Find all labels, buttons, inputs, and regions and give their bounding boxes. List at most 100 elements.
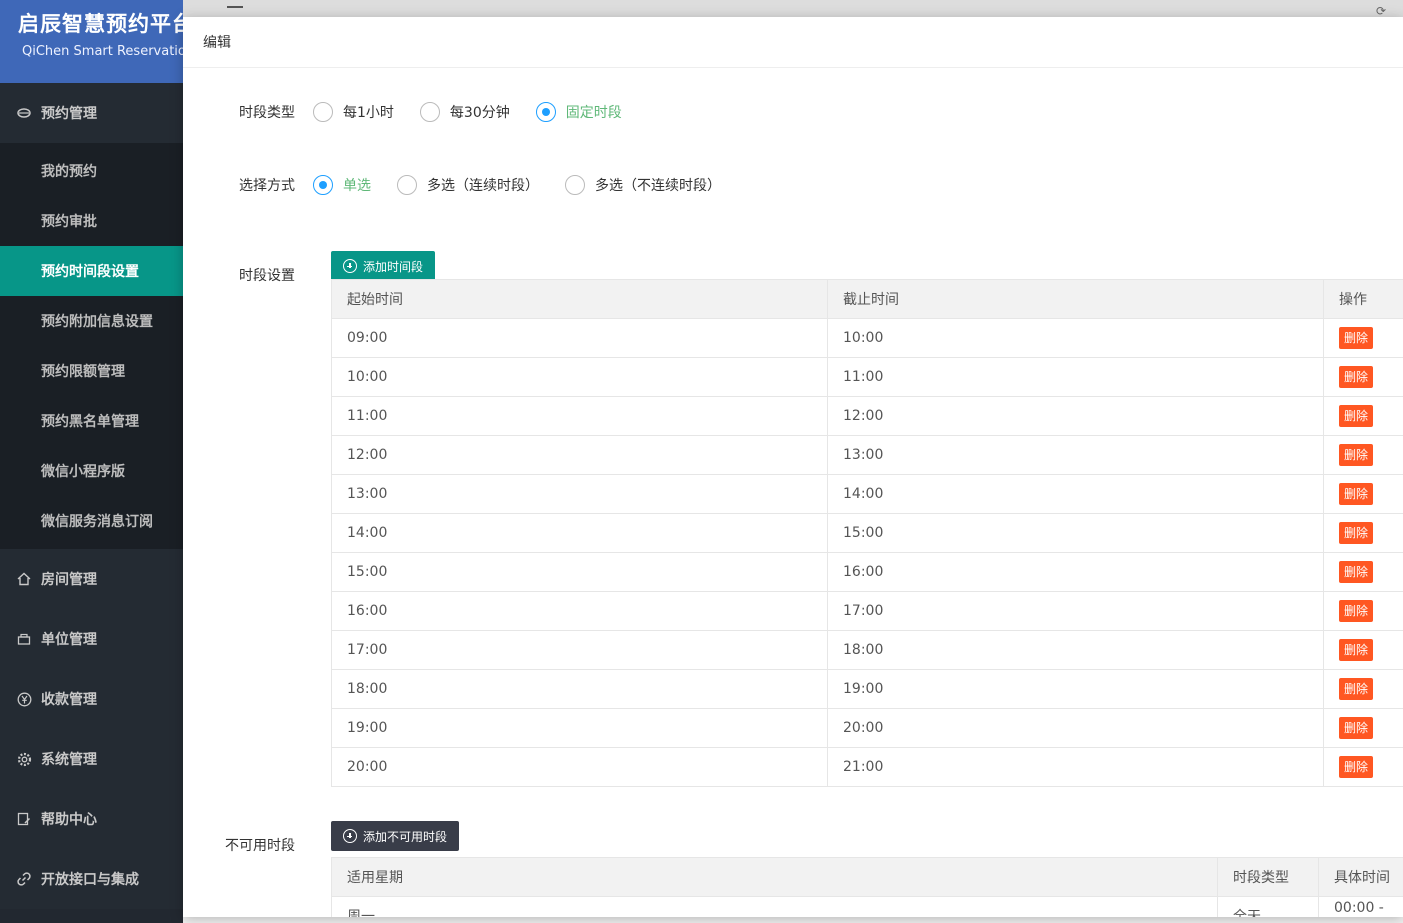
delete-button[interactable]: 删除 (1339, 561, 1374, 583)
cell-start-time: 16:00 (331, 591, 828, 631)
table-row: 16:00 17:00 删除 (331, 591, 1403, 631)
cell-end-time: 13:00 (827, 435, 1324, 475)
sidebar-item-blacklist[interactable]: 预约黑名单管理 (0, 396, 183, 446)
table-row: 周一 全天 00:00 - 23:59 (331, 896, 1403, 917)
menu-toggle-icon[interactable] (227, 6, 243, 9)
cell-time: 00:00 - 23:59 (1318, 896, 1403, 917)
cell-action: 删除 (1323, 396, 1403, 436)
slot-type-option-30min[interactable]: 每30分钟 (419, 102, 510, 122)
delete-button[interactable]: 删除 (1339, 366, 1374, 388)
table-row: 11:00 12:00 删除 (331, 396, 1403, 436)
sidebar-item-wechat-subscription[interactable]: 微信服务消息订阅 (0, 496, 183, 546)
cell-start-time: 20:00 (331, 747, 828, 787)
cell-slot-type: 全天 (1217, 896, 1319, 917)
nav-group-label: 预约管理 (41, 106, 97, 122)
nav-group-label: 房间管理 (41, 572, 97, 588)
cell-start-time: 15:00 (331, 552, 828, 592)
radio-circle[interactable] (397, 175, 417, 195)
plus-circle-icon (343, 259, 357, 273)
column-header-time: 具体时间 (1318, 857, 1403, 897)
edit-modal: 编辑 时段类型 每1小时 每30分钟 固定时段 选择方式 单选 多选（连续时段）… (183, 17, 1403, 917)
table-row: 19:00 20:00 删除 (331, 708, 1403, 748)
cell-end-time: 16:00 (827, 552, 1324, 592)
cell-start-time: 12:00 (331, 435, 828, 475)
slot-settings-label: 时段设置 (239, 268, 295, 284)
cell-start-time: 18:00 (331, 669, 828, 709)
cell-action: 删除 (1323, 708, 1403, 748)
nav-group-units[interactable]: 单位管理 (0, 609, 183, 669)
radio-circle[interactable] (419, 102, 440, 122)
delete-button[interactable]: 删除 (1339, 522, 1374, 544)
delete-button[interactable]: 删除 (1339, 639, 1374, 661)
cell-action: 删除 (1323, 357, 1403, 397)
nav-group-api[interactable]: 开放接口与集成 (0, 849, 183, 909)
column-header-action: 操作 (1323, 279, 1403, 319)
delete-button[interactable]: 删除 (1339, 756, 1374, 778)
submenu-reservation: 我的预约 预约审批 预约时间段设置 预约附加信息设置 预约限额管理 预约黑名单管… (0, 143, 183, 549)
slot-type-option-fixed[interactable]: 固定时段 (535, 102, 622, 122)
table-header-row: 起始时间 截止时间 操作 (331, 279, 1403, 319)
slot-type-row: 时段类型 每1小时 每30分钟 固定时段 (183, 102, 648, 122)
cell-start-time: 17:00 (331, 630, 828, 670)
delete-button[interactable]: 删除 (1339, 678, 1374, 700)
delete-button[interactable]: 删除 (1339, 717, 1374, 739)
table-row: 10:00 11:00 删除 (331, 357, 1403, 397)
cell-start-time: 14:00 (331, 513, 828, 553)
cell-start-time: 13:00 (331, 474, 828, 514)
delete-button[interactable]: 删除 (1339, 600, 1374, 622)
radio-circle[interactable] (565, 175, 585, 195)
radio-circle[interactable] (535, 102, 556, 122)
delete-button[interactable]: 删除 (1339, 327, 1374, 349)
nav-group-label: 收款管理 (41, 692, 97, 708)
add-time-slot-button[interactable]: 添加时间段 (331, 251, 436, 281)
sidebar-item-wechat-miniprogram[interactable]: 微信小程序版 (0, 446, 183, 496)
radio-circle[interactable] (313, 102, 333, 122)
column-header-weekday: 适用星期 (331, 857, 1218, 897)
cell-end-time: 17:00 (827, 591, 1324, 631)
table-row: 09:00 10:00 删除 (331, 318, 1403, 358)
nav-group-label: 单位管理 (41, 632, 97, 648)
unavailable-label: 不可用时段 (225, 838, 295, 854)
nav-group-rooms[interactable]: 房间管理 (0, 549, 183, 609)
nav-group-system[interactable]: 系统管理 (0, 729, 183, 789)
plus-circle-icon (343, 829, 357, 843)
delete-button[interactable]: 删除 (1339, 405, 1374, 427)
refresh-icon[interactable]: ⟳ (1376, 5, 1390, 17)
building-icon (16, 631, 32, 647)
slot-type-option-hourly[interactable]: 每1小时 (313, 102, 394, 122)
cell-weekday: 周一 (331, 896, 1218, 917)
delete-button[interactable]: 删除 (1339, 444, 1374, 466)
nav-group-payments[interactable]: 收款管理 (0, 669, 183, 729)
select-mode-option-multi-discontinuous[interactable]: 多选（不连续时段） (565, 175, 721, 195)
cell-end-time: 18:00 (827, 630, 1324, 670)
radio-circle[interactable] (313, 175, 333, 195)
table-row: 14:00 15:00 删除 (331, 513, 1403, 553)
cell-end-time: 14:00 (827, 474, 1324, 514)
eye-icon (16, 105, 32, 121)
yen-icon (16, 691, 32, 707)
add-unavailable-slot-button[interactable]: 添加不可用时段 (331, 821, 460, 851)
column-header-slot-type: 时段类型 (1217, 857, 1319, 897)
nav-group-help[interactable]: 帮助中心 (0, 789, 183, 849)
sidebar-item-extra-info[interactable]: 预约附加信息设置 (0, 296, 183, 346)
table-row: 20:00 21:00 删除 (331, 747, 1403, 787)
sidebar-item-quota[interactable]: 预约限额管理 (0, 346, 183, 396)
cell-action: 删除 (1323, 630, 1403, 670)
cell-action: 删除 (1323, 747, 1403, 787)
delete-button[interactable]: 删除 (1339, 483, 1374, 505)
nav-group-reservation[interactable]: 预约管理 (0, 83, 183, 143)
sidebar-item-my-reservations[interactable]: 我的预约 (0, 146, 183, 196)
sidebar-item-approval[interactable]: 预约审批 (0, 196, 183, 246)
top-bar (183, 0, 1403, 17)
cell-end-time: 19:00 (827, 669, 1324, 709)
unavailable-table: 适用星期 时段类型 具体时间 周一 全天 00:00 - 23:59 (331, 857, 1403, 917)
cell-end-time: 10:00 (827, 318, 1324, 358)
brand[interactable]: 启辰智慧预约平台 QiChen Smart Reservation (0, 0, 183, 83)
column-header-start: 起始时间 (331, 279, 828, 319)
select-mode-option-multi-continuous[interactable]: 多选（连续时段） (397, 175, 539, 195)
modal-title: 编辑 (183, 17, 1403, 68)
select-mode-label: 选择方式 (239, 178, 295, 194)
sidebar-item-time-slot-settings[interactable]: 预约时间段设置 (0, 246, 183, 296)
cell-action: 删除 (1323, 591, 1403, 631)
select-mode-option-single[interactable]: 单选 (313, 175, 371, 195)
